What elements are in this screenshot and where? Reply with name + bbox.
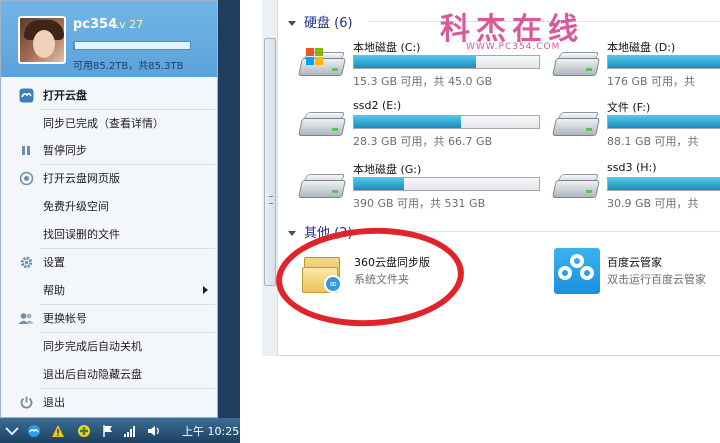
cloud-tray-menu: pc354 Lv 27 可用85.2TB，共85.3TB 打开云盘 同步已完成（…: [0, 0, 218, 418]
drive-usage-fill: [608, 56, 720, 68]
hard-disk-icon: [552, 170, 600, 200]
item-name: 百度云管家: [607, 256, 662, 269]
drive-usage-fill: [354, 178, 404, 190]
warning-icon[interactable]: [50, 423, 65, 438]
menu-item-label: 帮助: [43, 284, 65, 297]
quota-text: 可用85.2TB，共85.3TB: [73, 61, 184, 72]
menu-item-recover-files[interactable]: 找回误删的文件: [1, 220, 217, 248]
scrollbar-thumb[interactable]: [264, 38, 276, 286]
menu-item-label: 退出: [43, 396, 65, 409]
menu-item-settings[interactable]: 设置: [1, 248, 217, 276]
language-icon[interactable]: [4, 423, 19, 438]
group-header-hard-disks[interactable]: 硬盘 (6): [288, 12, 353, 31]
menu-item-switch-account[interactable]: 更换帐号: [1, 304, 217, 332]
users-icon: [18, 310, 34, 326]
menu-item-label: 更换帐号: [43, 312, 87, 325]
drive-space-info: 176 GB 可用，共: [607, 75, 696, 88]
drive-name: ssd3 (H:): [607, 161, 657, 174]
drive-space-info: 28.3 GB 可用，共 66.7 GB: [353, 135, 493, 148]
drive-name: 本地磁盘 (C:): [353, 41, 421, 54]
hard-disk-icon: [298, 170, 346, 200]
menu-item-label: 打开云盘网页版: [43, 172, 120, 185]
drive-space-info: 15.3 GB 可用，共 45.0 GB: [353, 75, 493, 88]
volume-icon[interactable]: [146, 423, 161, 438]
watermark-url: WWW.PC354.COM: [466, 42, 561, 52]
drive-usage-fill: [354, 56, 477, 68]
flag-icon[interactable]: [100, 423, 115, 438]
item-subtitle: 双击运行百度云管家: [607, 273, 706, 286]
desktop-background: [218, 0, 240, 418]
account-header: pc354 Lv 27 可用85.2TB，共85.3TB: [1, 1, 217, 77]
gear-icon: [18, 254, 34, 270]
menu-item-pause-sync[interactable]: 暂停同步: [1, 136, 217, 164]
web-icon: [18, 170, 34, 186]
drive-item[interactable]: 本地磁盘 (G:) 390 GB 可用，共 531 GB: [298, 160, 550, 210]
taskbar: 上午 10:25: [0, 418, 240, 443]
drive-item[interactable]: ssd2 (E:) 28.3 GB 可用，共 66.7 GB: [298, 98, 550, 148]
item-baidu-cloud-manager[interactable]: 百度云管家 双击运行百度云管家: [554, 246, 720, 296]
cloud-disk-icon: [18, 87, 34, 103]
drive-name: ssd2 (E:): [353, 99, 402, 112]
menu-item-open-web-version[interactable]: 打开云盘网页版: [1, 164, 217, 192]
cloud-tray-icon[interactable]: [26, 423, 41, 438]
submenu-arrow-icon: [203, 286, 208, 294]
username: pc354: [73, 17, 118, 32]
drive-usage-bar: [607, 177, 720, 191]
hard-disk-icon: [298, 48, 346, 78]
hard-disk-icon: [552, 108, 600, 138]
menu-item-label: 暂停同步: [43, 144, 87, 157]
power-icon: [18, 394, 34, 410]
group-title: 硬盘 (6): [304, 16, 353, 31]
menu-item-auto-hide-on-exit[interactable]: 退出后自动隐藏云盘: [1, 360, 217, 388]
quota-bar-fill: [74, 42, 76, 49]
drive-usage-fill: [354, 116, 462, 128]
menu-item-auto-shutdown[interactable]: 同步完成后自动关机: [1, 332, 217, 360]
collapse-icon: [288, 21, 296, 26]
drive-usage-fill: [608, 116, 720, 128]
drive-space-info: 390 GB 可用，共 531 GB: [353, 197, 486, 210]
menu-item-label: 找回误删的文件: [43, 228, 120, 241]
network-icon[interactable]: [122, 423, 137, 438]
menu-item-open-cloud-disk[interactable]: 打开云盘: [1, 81, 217, 109]
group-divider: [368, 231, 720, 232]
drive-usage-fill: [608, 178, 720, 190]
shield-icon[interactable]: [76, 423, 91, 438]
drive-usage-bar: [353, 177, 540, 191]
user-level: Lv 27: [113, 18, 144, 31]
drive-item[interactable]: ssd3 (H:) 30.9 GB 可用，共: [552, 160, 720, 210]
drive-space-info: 88.1 GB 可用，共: [607, 135, 699, 148]
drive-name: 本地磁盘 (D:): [607, 41, 676, 54]
menu-item-label: 设置: [43, 256, 65, 269]
menu-item-label: 打开云盘: [43, 89, 87, 102]
drive-space-info: 30.9 GB 可用，共: [607, 197, 699, 210]
drive-usage-bar: [607, 115, 720, 129]
collapse-icon: [288, 231, 296, 236]
site-watermark: 科杰在线 WWW.PC354.COM: [440, 4, 590, 54]
hard-disk-icon: [298, 108, 346, 138]
baidu-cloud-icon: [554, 248, 600, 294]
screenshot: pc354 Lv 27 可用85.2TB，共85.3TB 打开云盘 同步已完成（…: [0, 0, 720, 443]
vertical-scrollbar[interactable]: [262, 0, 278, 356]
drive-usage-bar: [607, 55, 720, 69]
menu-item-free-upgrade[interactable]: 免费升级空间: [1, 192, 217, 220]
menu-item-label: 同步已完成（查看详情）: [43, 117, 164, 130]
drive-name: 文件 (F:): [607, 101, 651, 114]
drive-item[interactable]: 文件 (F:) 88.1 GB 可用，共: [552, 98, 720, 148]
menu-item-help[interactable]: 帮助: [1, 276, 217, 304]
pause-icon: [18, 142, 34, 158]
quota-bar: [73, 41, 191, 50]
menu-item-label: 同步完成后自动关机: [43, 340, 142, 353]
drive-usage-bar: [353, 55, 540, 69]
avatar[interactable]: [18, 16, 66, 64]
menu-item-exit[interactable]: 退出: [1, 388, 217, 416]
taskbar-clock[interactable]: 上午 10:25: [182, 423, 239, 439]
drive-usage-bar: [353, 115, 540, 129]
menu-item-label: 免费升级空间: [43, 200, 109, 213]
windows-logo-icon: [306, 48, 324, 66]
menu-item-label: 退出后自动隐藏云盘: [43, 368, 142, 381]
menu-item-sync-complete[interactable]: 同步已完成（查看详情）: [1, 109, 217, 137]
drive-name: 本地磁盘 (G:): [353, 163, 422, 176]
